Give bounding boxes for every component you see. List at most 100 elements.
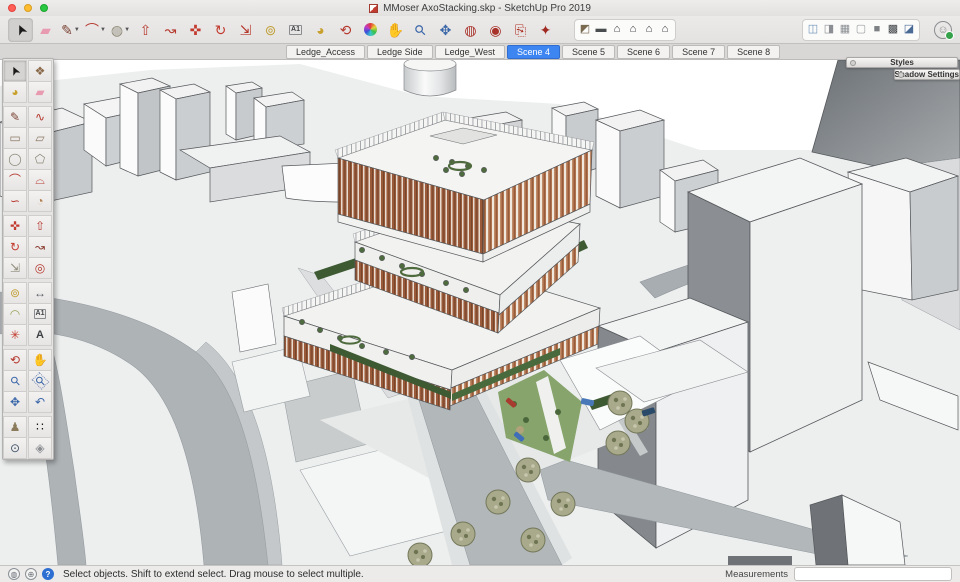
shape-tool-button[interactable]: ◍ ▼ — [108, 18, 133, 42]
minimize-window-button[interactable] — [24, 4, 32, 12]
arc-tool-button[interactable]: ⌒ ▼ — [83, 18, 108, 42]
style-shaded-button[interactable]: ■ — [869, 21, 885, 39]
ledge-side-tab[interactable]: Ledge Side — [367, 45, 433, 59]
scene-6-tab[interactable]: Scene 6 — [617, 45, 670, 59]
shadow-settings-panel-header[interactable]: Shadow Settings — [894, 69, 960, 80]
move-button[interactable]: ✜ — [3, 215, 27, 237]
section-plane-button[interactable]: ◈ — [28, 437, 52, 459]
cylinder-building[interactable] — [404, 60, 456, 96]
scene-4-tab[interactable]: Scene 4 — [507, 45, 560, 59]
style-back-edges-button[interactable]: ◨ — [821, 21, 837, 39]
ledge-access-tab[interactable]: Ledge_Access — [286, 45, 365, 59]
pan-tool-button[interactable]: ✋ — [383, 18, 408, 42]
geolocation-icon[interactable]: ◍ — [8, 568, 20, 580]
scene-tab-label: Ledge_West — [445, 47, 495, 57]
scene-5-tab[interactable]: Scene 5 — [562, 45, 615, 59]
viewport-3d-scene[interactable] — [0, 60, 960, 565]
pie-button[interactable]: ◔ — [28, 190, 52, 212]
zoom-window-button[interactable]: ⚲ — [28, 370, 52, 392]
axes-button[interactable]: ✳ — [3, 324, 27, 346]
select-tool-button[interactable]: ➤ — [8, 18, 33, 42]
walk-button[interactable]: ∷ — [28, 416, 52, 438]
share-model-button[interactable]: ◉ — [483, 18, 508, 42]
scale-tool-button[interactable]: ⇲ — [233, 18, 258, 42]
style-xray-button[interactable]: ◫ — [805, 21, 821, 39]
select-button[interactable]: ➤ — [3, 60, 27, 82]
freehand-button[interactable]: ∿ — [28, 106, 52, 128]
protractor-button[interactable]: ◠ — [3, 303, 27, 325]
zoom-extents-button[interactable]: ✥ — [433, 18, 458, 42]
rectangle-button[interactable]: ▭ — [3, 127, 27, 149]
scene-7-tab[interactable]: Scene 7 — [672, 45, 725, 59]
follow-me-tool-button[interactable]: ↝ — [158, 18, 183, 42]
view-top-button[interactable]: ▬ — [593, 21, 609, 39]
pan-icon: ✋ — [33, 354, 48, 366]
close-window-button[interactable] — [8, 4, 16, 12]
dimension-button[interactable]: ↔ — [28, 282, 52, 304]
styles-panel-header[interactable]: Styles — [846, 57, 958, 68]
instructor-icon[interactable]: ⊕ — [25, 568, 37, 580]
arc-button[interactable]: ⌒ — [3, 169, 27, 191]
push-pull-button[interactable]: ⇧ — [28, 215, 52, 237]
orbit-tool-icon: ⟲ — [340, 23, 352, 37]
tape-measure-button[interactable]: ⊚ — [3, 282, 27, 304]
offset-button[interactable]: ◎ — [28, 257, 52, 279]
paint-bucket-tool-button[interactable]: ◕ — [308, 18, 333, 42]
view-iso-button[interactable]: ◩ — [577, 21, 593, 39]
rotate-button[interactable]: ↻ — [3, 236, 27, 258]
zoom-window-button[interactable] — [40, 4, 48, 12]
help-icon[interactable]: ? — [42, 568, 54, 580]
style-shaded-textures-button[interactable]: ▩ — [885, 21, 901, 39]
context-building-far-right[interactable] — [848, 158, 958, 300]
style-monochrome-button[interactable]: ◪ — [901, 21, 917, 39]
view-iso-icon: ◩ — [580, 24, 590, 35]
zoom-extents-button[interactable]: ✥ — [3, 391, 27, 413]
account-avatar[interactable]: ☺ — [934, 21, 952, 39]
line-button[interactable]: ✎ — [3, 106, 27, 128]
pan-button[interactable]: ✋ — [28, 349, 52, 371]
eraser-button[interactable]: ▰ — [28, 81, 52, 103]
view-front-button[interactable]: ⌂ — [609, 21, 625, 39]
make-component-icon: ❖ — [35, 65, 46, 77]
style-wireframe-button[interactable]: ▦ — [837, 21, 853, 39]
move-tool-button[interactable]: ✜ — [183, 18, 208, 42]
follow-me-icon: ↝ — [35, 241, 45, 253]
tape-measure-tool-button[interactable]: ⊚ — [258, 18, 283, 42]
zoom-tool-button[interactable]: ⚲ — [408, 18, 433, 42]
rotate-tool-button[interactable]: ↻ — [208, 18, 233, 42]
orbit-button[interactable]: ⟲ — [3, 349, 27, 371]
make-component-button[interactable]: ❖ — [28, 60, 52, 82]
two-point-arc-button[interactable]: ⌓ — [28, 169, 52, 191]
ledge-west-tab[interactable]: Ledge_West — [435, 45, 505, 59]
scale-button[interactable]: ⇲ — [3, 257, 27, 279]
panel-collapse-icon[interactable] — [850, 60, 856, 66]
panel-collapse-icon[interactable] — [898, 72, 904, 78]
text-tool-button[interactable]: A1 — [283, 18, 308, 42]
follow-me-button[interactable]: ↝ — [28, 236, 52, 258]
view-left-button[interactable]: ⌂ — [657, 21, 673, 39]
view-back-button[interactable]: ⌂ — [641, 21, 657, 39]
previous-button[interactable]: ↶ — [28, 391, 52, 413]
position-camera-button[interactable]: ♟ — [3, 416, 27, 438]
eraser-tool-button[interactable]: ▰ — [33, 18, 58, 42]
polygon-button[interactable]: ⬠ — [28, 148, 52, 170]
look-around-button[interactable]: ⊙ — [3, 437, 27, 459]
paint-bucket-button[interactable]: ◕ — [3, 81, 27, 103]
push-pull-tool-button[interactable]: ⇧ — [133, 18, 158, 42]
text-button[interactable]: A1 — [28, 303, 52, 325]
orbit-tool-button[interactable]: ⟲ — [333, 18, 358, 42]
extension-warehouse-button[interactable]: ✦ — [533, 18, 558, 42]
color-wheel-button[interactable]: ● — [358, 18, 383, 42]
line-tool-button[interactable]: ✎ ▼ — [58, 18, 83, 42]
zoom-button[interactable]: ⚲ — [3, 370, 27, 392]
scene-8-tab[interactable]: Scene 8 — [727, 45, 780, 59]
view-right-button[interactable]: ⌂ — [625, 21, 641, 39]
style-hidden-line-button[interactable]: ▢ — [853, 21, 869, 39]
measurements-input[interactable] — [794, 567, 952, 581]
three-point-arc-button[interactable]: ∽ — [3, 190, 27, 212]
rotated-rectangle-button[interactable]: ▱ — [28, 127, 52, 149]
send-to-layout-button[interactable]: ⎘ — [508, 18, 533, 42]
3d-text-button[interactable]: A — [28, 324, 52, 346]
3d-warehouse-button[interactable]: ◍ — [458, 18, 483, 42]
circle-button[interactable]: ◯ — [3, 148, 27, 170]
